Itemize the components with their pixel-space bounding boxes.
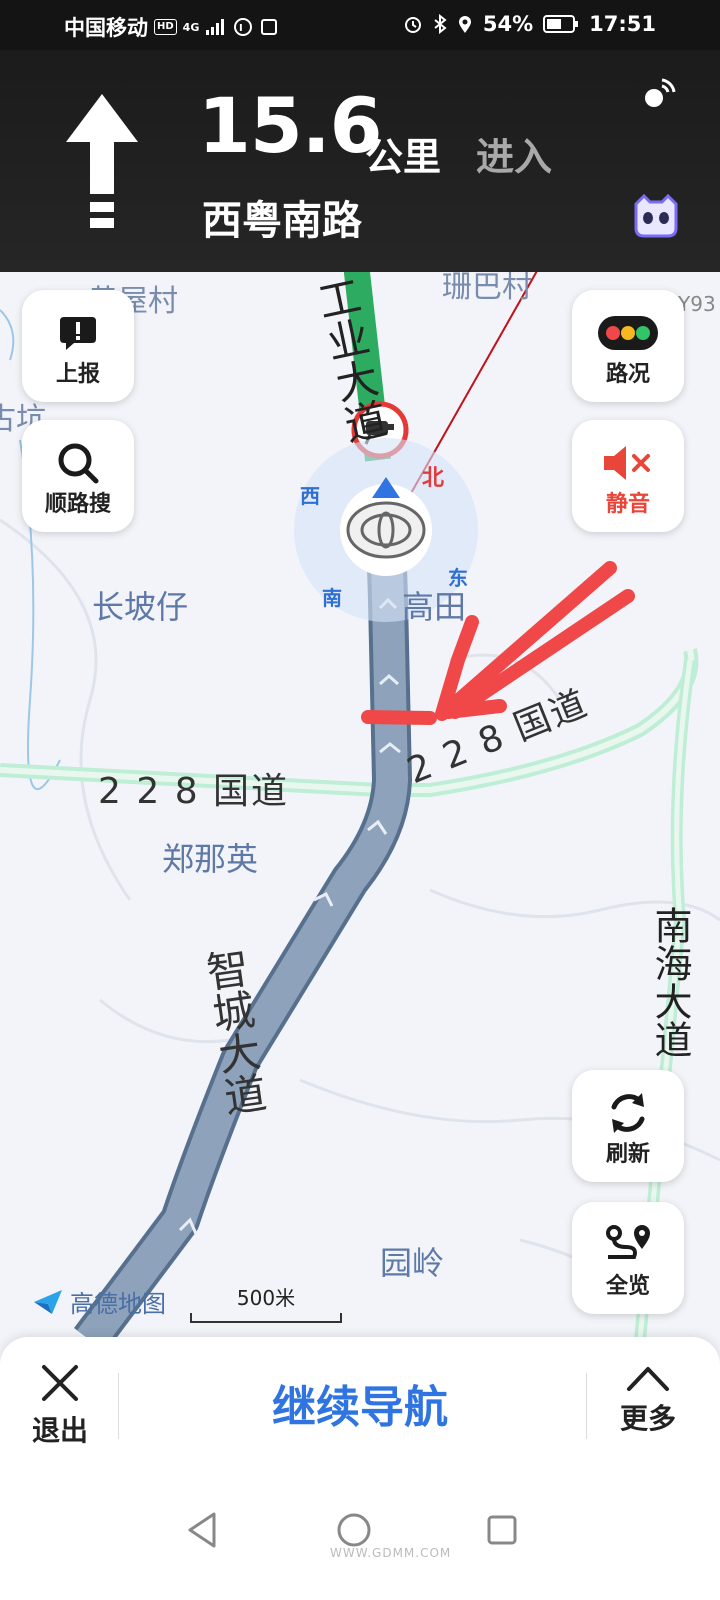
mute-button[interactable]: 静音 (572, 420, 684, 532)
more-label: 更多 (619, 1402, 676, 1435)
system-navigation-bar: WWW.GDMM.COM (0, 1500, 720, 1564)
exit-button[interactable]: 退出 (20, 1363, 100, 1447)
carrier-name: 中国移动 (64, 16, 148, 40)
gps-signal-icon (645, 78, 676, 107)
traffic-label: 路况 (605, 362, 650, 387)
continue-navigation-button[interactable]: 继续导航 (150, 1371, 570, 1435)
hd-badge: HD (154, 19, 177, 35)
exit-label: 退出 (31, 1414, 88, 1447)
alarm-icon (404, 17, 421, 33)
distance-unit: 公里 (365, 135, 442, 179)
overview-button[interactable]: 全览 (572, 1202, 684, 1314)
scale-label: 500米 (236, 1286, 296, 1310)
signal-icon (206, 19, 225, 35)
scale-bar: 500米 (190, 1282, 342, 1323)
voice-assistant-icon[interactable] (630, 190, 682, 242)
route-overview-icon (606, 1225, 650, 1259)
storage-icon (261, 19, 278, 35)
bluetooth-icon (434, 14, 447, 34)
report-label: 上报 (55, 362, 100, 387)
close-icon (42, 1365, 78, 1401)
divider (586, 1373, 587, 1439)
clock: 17:51 (589, 12, 656, 36)
brand-name: 高德地图 (70, 1290, 166, 1318)
refresh-icon (611, 1093, 645, 1133)
search-along-label: 顺路搜 (44, 492, 111, 517)
maneuver-action: 进入 (476, 135, 553, 179)
report-button[interactable]: 上报 (22, 290, 134, 402)
mute-label: 静音 (605, 492, 650, 517)
map-brand: 高德地图 (32, 1284, 166, 1319)
location-icon (458, 16, 471, 33)
svg-text:I: I (239, 23, 243, 34)
network-type: 4G (182, 20, 200, 34)
watermark: WWW.GDMM.COM (330, 1546, 452, 1560)
traffic-button[interactable]: 路况 (572, 290, 684, 402)
more-button[interactable]: 更多 (606, 1363, 690, 1443)
recents-icon[interactable] (486, 1514, 518, 1546)
amap-logo-icon (34, 1289, 62, 1314)
chevron-up-icon (627, 1367, 669, 1391)
back-icon[interactable] (186, 1512, 218, 1548)
next-road-name: 西粤南路 (202, 198, 362, 244)
report-icon (60, 317, 96, 350)
speaker-muted-icon (604, 446, 650, 480)
data-saver-icon: I (234, 18, 253, 36)
divider (118, 1373, 119, 1439)
next-maneuver-distance: 15.6 (198, 81, 383, 170)
refresh-button[interactable]: 刷新 (572, 1070, 684, 1182)
search-icon (58, 443, 99, 484)
overview-label: 全览 (605, 1274, 650, 1299)
search-along-route-button[interactable]: 顺路搜 (22, 420, 134, 532)
navigation-guidance-panel: 15.6 公里 进入 西粤南路 (0, 50, 720, 272)
refresh-label: 刷新 (605, 1142, 650, 1167)
home-icon[interactable] (336, 1512, 372, 1548)
status-bar: 中国移动 HD 4G I 54% 17:51 (0, 0, 720, 50)
battery-percent: 54% (482, 12, 534, 36)
straight-arrow-icon (66, 94, 138, 228)
battery-icon (543, 15, 579, 33)
traffic-light-icon (598, 316, 658, 350)
